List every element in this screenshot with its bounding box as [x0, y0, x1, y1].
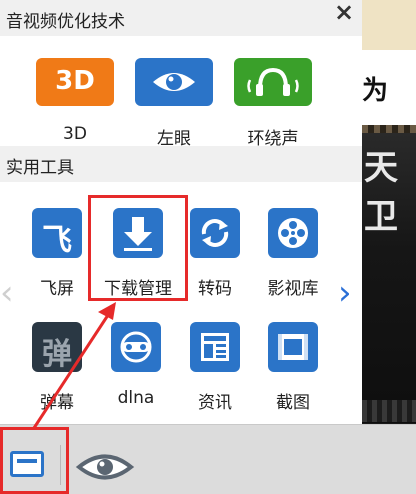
fly-screen-icon: 飞 [32, 208, 82, 258]
news-icon [190, 322, 240, 372]
previous-page-arrow[interactable]: ‹ [0, 276, 14, 310]
option-label: 3D [63, 124, 87, 144]
3d-icon: 3D [36, 58, 114, 106]
section-header-tools: 实用工具 [0, 146, 362, 182]
background-film-strip [362, 400, 416, 422]
tool-label: 资讯 [198, 393, 232, 413]
tool-label: 影视库 [267, 279, 319, 299]
eye-icon[interactable] [75, 452, 135, 482]
background-banner-text: 为 [362, 76, 388, 106]
highlight-box-download [88, 195, 188, 301]
section-title-optimize: 音视频优化技术 [6, 12, 125, 32]
tool-label: 截图 [276, 393, 310, 413]
headphones-icon [234, 58, 312, 106]
tool-screenshot[interactable]: 截图 [253, 322, 333, 432]
tool-label: 飞屏 [40, 279, 74, 299]
tool-news[interactable]: 资讯 [175, 322, 255, 432]
close-icon[interactable]: × [332, 0, 356, 25]
section-header-optimize: 音视频优化技术 [0, 0, 362, 36]
tool-fly-screen[interactable]: 飞 飞屏 [17, 208, 97, 318]
tool-film-library[interactable]: 影视库 [253, 208, 333, 318]
tool-label: 弹幕 [40, 393, 74, 413]
next-page-arrow[interactable]: › [338, 276, 352, 310]
tool-label: dlna [117, 388, 155, 408]
dlna-icon [111, 322, 161, 372]
film-reel-icon [268, 208, 318, 258]
background-strip [362, 125, 416, 133]
tool-danmaku[interactable]: 弹 弹幕 [17, 322, 97, 432]
danmaku-icon: 弹 [32, 322, 82, 372]
background-header [362, 0, 416, 50]
screenshot-icon [268, 322, 318, 372]
section-title-tools: 实用工具 [6, 158, 74, 178]
transcode-icon [190, 208, 240, 258]
eye-icon [135, 58, 213, 106]
tool-dlna[interactable]: dlna [96, 322, 176, 432]
video-caption: 天卫 [364, 148, 398, 237]
highlight-box-toolbox-button [0, 427, 69, 494]
